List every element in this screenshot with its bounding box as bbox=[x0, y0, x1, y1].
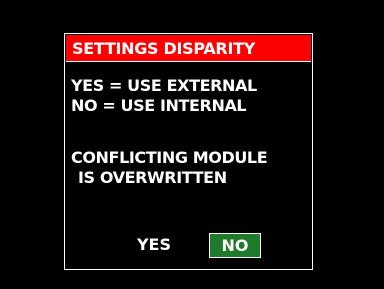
settings-disparity-dialog: SETTINGS DISPARITY YES = USE EXTERNAL NO… bbox=[64, 33, 313, 270]
dialog-title: SETTINGS DISPARITY bbox=[72, 39, 255, 58]
no-button[interactable]: NO bbox=[209, 233, 261, 258]
yes-button[interactable]: YES bbox=[131, 233, 177, 258]
message-line-overwritten: IS OVERWRITTEN bbox=[78, 168, 227, 187]
dialog-title-bar: SETTINGS DISPARITY bbox=[66, 35, 311, 62]
message-line-no-internal: NO = USE INTERNAL bbox=[71, 96, 247, 115]
message-line-conflicting-module: CONFLICTING MODULE bbox=[71, 148, 268, 167]
message-line-yes-external: YES = USE EXTERNAL bbox=[71, 76, 257, 95]
screen: SETTINGS DISPARITY YES = USE EXTERNAL NO… bbox=[0, 0, 384, 289]
